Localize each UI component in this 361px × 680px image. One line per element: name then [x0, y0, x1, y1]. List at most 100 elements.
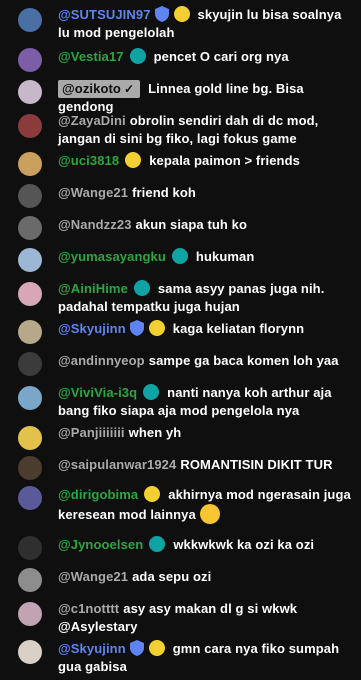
message-body: @Wange21 friend koh: [58, 184, 355, 202]
author-name[interactable]: @saipulanwar1924: [58, 457, 176, 472]
chat-message[interactable]: @andinnyeop sampe ga baca komen loh yaa: [0, 352, 361, 382]
message-text: kaga keliatan florynn: [172, 321, 305, 336]
author-name[interactable]: @ozikoto ✓: [58, 80, 141, 98]
author-name[interactable]: @Nandzz23: [58, 217, 132, 232]
message-body: @Nandzz23 akun siapa tuh ko: [58, 216, 355, 234]
author-name[interactable]: @dirigobima: [58, 487, 138, 502]
member-badge-icon: [133, 280, 150, 296]
moderator-badge-icon: [129, 320, 144, 336]
message-text: sampe ga baca komen loh yaa: [148, 353, 339, 368]
avatar[interactable]: [18, 486, 42, 510]
avatar[interactable]: [18, 320, 42, 344]
avatar[interactable]: [18, 48, 42, 72]
member-badge-icon: [125, 152, 142, 168]
author-name[interactable]: @andinnyeop: [58, 353, 145, 368]
member-badge-icon: [171, 248, 188, 264]
member-badge-icon: [144, 486, 161, 502]
chat-message[interactable]: @Skyujinn kaga keliatan florynn: [0, 320, 361, 350]
chat-message[interactable]: @Skyujinn gmn cara nya fiko sumpah gua ga…: [0, 640, 361, 674]
author-name[interactable]: @Panjiiiiiii: [58, 425, 125, 440]
avatar[interactable]: [18, 282, 42, 306]
message-text: when yh: [128, 425, 182, 440]
message-body: @Skyujinn kaga keliatan florynn: [58, 320, 355, 338]
message-body: @ViviVia-i3q nanti nanya koh arthur aja b…: [58, 384, 355, 420]
chat-message[interactable]: @Nandzz23 akun siapa tuh ko: [0, 216, 361, 246]
author-name[interactable]: @uci3818: [58, 153, 119, 168]
message-body: @Wange21 ada sepu ozi: [58, 568, 355, 586]
chat-message[interactable]: @dirigobima akhirnya mod ngerasain juga k…: [0, 486, 361, 524]
author-name[interactable]: @c1notttt: [58, 601, 119, 616]
avatar[interactable]: [18, 152, 42, 176]
avatar[interactable]: [18, 352, 42, 376]
member-badge-icon: [148, 640, 165, 656]
author-name[interactable]: @SUTSUJIN97: [58, 7, 151, 22]
rofl-emoji: [199, 504, 220, 524]
avatar[interactable]: [18, 456, 42, 480]
message-text: friend koh: [132, 185, 196, 200]
chat-message[interactable]: @Panjiiiiiii when yh: [0, 424, 361, 454]
author-name[interactable]: @Skyujinn: [58, 321, 126, 336]
chat-message[interactable]: @saipulanwar1924 ROMANTISIN DIKIT TUR: [0, 456, 361, 486]
message-body: @Vestia17 pencet O cari org nya: [58, 48, 355, 66]
message-body: @yumasayangku hukuman: [58, 248, 355, 266]
avatar[interactable]: [18, 80, 42, 104]
chat-message[interactable]: @Vestia17 pencet O cari org nya: [0, 48, 361, 78]
avatar[interactable]: [18, 216, 42, 240]
author-name[interactable]: @Vestia17: [58, 49, 124, 64]
message-body: @saipulanwar1924 ROMANTISIN DIKIT TUR: [58, 456, 355, 474]
chat-message[interactable]: @Jynooelsen wkkwkwk ka ozi ka ozi: [0, 536, 361, 566]
author-name[interactable]: @ZayaDini: [58, 113, 126, 128]
member-badge-icon: [143, 384, 160, 400]
message-text: wkkwkwk ka ozi ka ozi: [173, 537, 315, 552]
live-chat: @SUTSUJIN97 skyujin lu bisa soalnya lu mo…: [0, 0, 361, 680]
author-name[interactable]: @Skyujinn: [58, 641, 126, 656]
message-body: @c1notttt asy asy makan dl g si wkwk @Asy…: [58, 600, 355, 636]
avatar[interactable]: [18, 426, 42, 450]
message-body: @andinnyeop sampe ga baca komen loh yaa: [58, 352, 355, 370]
message-body: @AiniHime sama asyy panas juga nih. padah…: [58, 280, 355, 316]
check-icon: ✓: [123, 82, 135, 96]
moderator-badge-icon: [129, 640, 144, 656]
message-body: @uci3818 kepala paimon > friends: [58, 152, 355, 170]
avatar[interactable]: [18, 640, 42, 664]
member-badge-icon: [173, 6, 190, 22]
message-body: @Jynooelsen wkkwkwk ka ozi ka ozi: [58, 536, 355, 554]
avatar[interactable]: [18, 536, 42, 560]
chat-message[interactable]: @ozikoto ✓ Linnea gold line bg. Bisa gendo…: [0, 80, 361, 114]
chat-message[interactable]: @c1notttt asy asy makan dl g si wkwk @Asy…: [0, 600, 361, 634]
message-body: @ZayaDini obrolin sendiri dah di dc mod, …: [58, 112, 355, 148]
author-name[interactable]: @AiniHime: [58, 281, 128, 296]
message-body: @Panjiiiiiii when yh: [58, 424, 355, 442]
chat-message[interactable]: @uci3818 kepala paimon > friends: [0, 152, 361, 182]
message-body: @dirigobima akhirnya mod ngerasain juga k…: [58, 486, 355, 524]
author-name[interactable]: @Wange21: [58, 185, 128, 200]
chat-message[interactable]: @SUTSUJIN97 skyujin lu bisa soalnya lu mo…: [0, 6, 361, 40]
message-text: hukuman: [195, 249, 255, 264]
message-body: @Skyujinn gmn cara nya fiko sumpah gua ga…: [58, 640, 355, 676]
message-text: ada sepu ozi: [132, 569, 212, 584]
avatar[interactable]: [18, 248, 42, 272]
message-text: akun siapa tuh ko: [135, 217, 248, 232]
message-text: ROMANTISIN DIKIT TUR: [180, 457, 333, 472]
chat-message[interactable]: @ZayaDini obrolin sendiri dah di dc mod, …: [0, 112, 361, 146]
member-badge-icon: [129, 48, 146, 64]
author-name[interactable]: @ViviVia-i3q: [58, 385, 137, 400]
avatar[interactable]: [18, 602, 42, 626]
message-body: @SUTSUJIN97 skyujin lu bisa soalnya lu mo…: [58, 6, 355, 42]
author-name[interactable]: @yumasayangku: [58, 249, 166, 264]
author-name[interactable]: @Jynooelsen: [58, 537, 143, 552]
chat-message[interactable]: @yumasayangku hukuman: [0, 248, 361, 278]
avatar[interactable]: [18, 568, 42, 592]
member-badge-icon: [149, 536, 166, 552]
avatar[interactable]: [18, 8, 42, 32]
avatar[interactable]: [18, 114, 42, 138]
chat-message[interactable]: @Wange21 friend koh: [0, 184, 361, 214]
message-body: @ozikoto ✓ Linnea gold line bg. Bisa gendo…: [58, 80, 355, 116]
chat-message[interactable]: @Wange21 ada sepu ozi: [0, 568, 361, 598]
avatar[interactable]: [18, 386, 42, 410]
author-name[interactable]: @Wange21: [58, 569, 128, 584]
chat-message[interactable]: @AiniHime sama asyy panas juga nih. padah…: [0, 280, 361, 314]
chat-message[interactable]: @ViviVia-i3q nanti nanya koh arthur aja b…: [0, 384, 361, 418]
member-badge-icon: [148, 320, 165, 336]
avatar[interactable]: [18, 184, 42, 208]
